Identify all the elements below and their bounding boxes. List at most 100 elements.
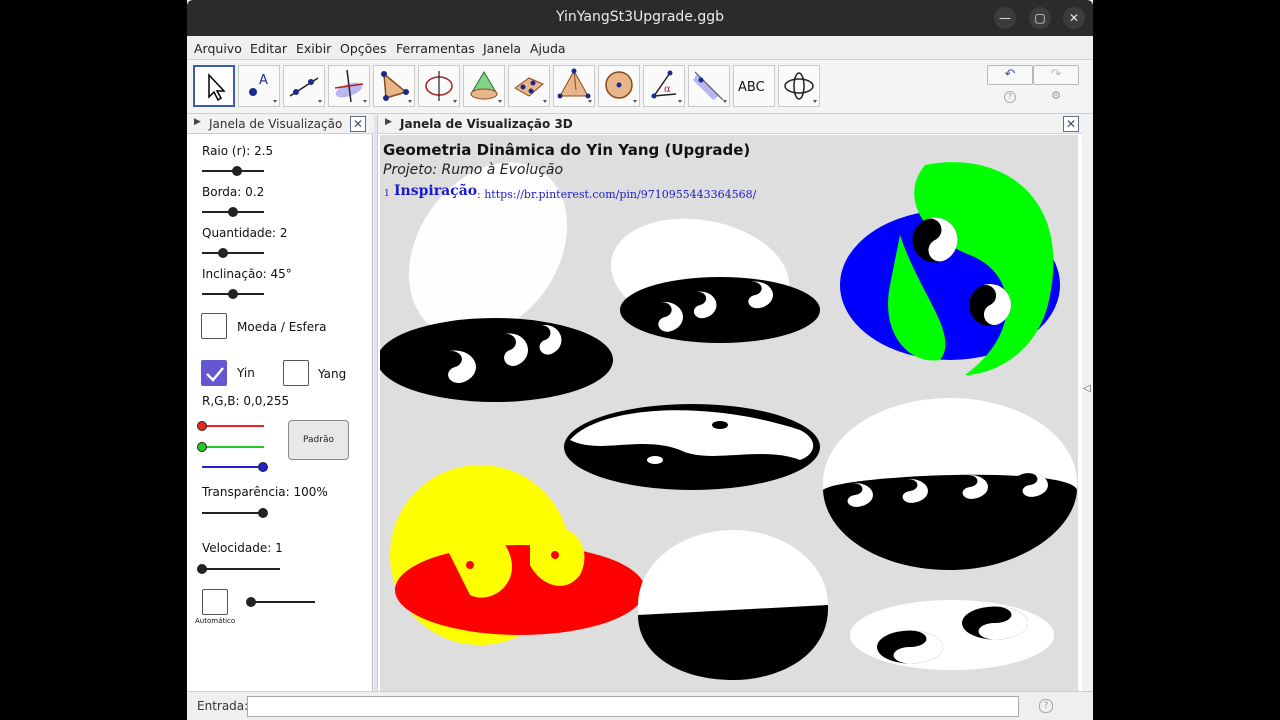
blue-slider[interactable]: [202, 466, 264, 468]
green-slider-handle[interactable]: [197, 442, 207, 452]
moeda-label: Moeda / Esfera: [237, 320, 327, 334]
velocidade-slider[interactable]: [202, 568, 280, 570]
automatico-slider-handle[interactable]: [246, 597, 256, 607]
entrada-input[interactable]: [247, 696, 1019, 717]
raio-label: Raio (r): 2.5: [202, 144, 274, 158]
close-left-panel-icon[interactable]: ✕: [350, 116, 366, 132]
yang-label: Yang: [318, 367, 347, 381]
window-title: YinYangSt3Upgrade.ggb: [555, 9, 725, 25]
transparencia-slider[interactable]: [202, 512, 264, 514]
menu-ferramentas[interactable]: Ferramentas: [396, 41, 475, 56]
svg-text:ABC: ABC: [738, 80, 765, 95]
title-bar: YinYangSt3Upgrade.ggb — ▢ ✕: [187, 0, 1093, 36]
transparencia-slider-handle[interactable]: [258, 508, 268, 518]
pyramid-tool-button[interactable]: [463, 65, 505, 107]
left-panel-header: ▶ Janela de Visualização ✕: [187, 115, 373, 134]
velocidade-label: Velocidade: 1: [202, 541, 283, 555]
yin-checkbox[interactable]: [201, 360, 227, 386]
tetrahedron-tool-button[interactable]: [553, 65, 595, 107]
input-help-icon[interactable]: ?: [1039, 699, 1053, 713]
yinyang-object-8: [850, 600, 1054, 670]
yinyang-object-4: [564, 404, 820, 490]
red-slider-handle[interactable]: [197, 421, 207, 431]
red-slider[interactable]: [202, 425, 264, 427]
menu-arquivo[interactable]: Arquivo: [194, 41, 242, 56]
velocidade-slider-handle[interactable]: [197, 564, 207, 574]
line-tool-button[interactable]: [283, 65, 325, 107]
text-icon: ABC: [738, 80, 765, 95]
padrao-button[interactable]: Padrão: [288, 420, 349, 460]
inclinacao-slider-handle[interactable]: [228, 289, 238, 299]
input-bar: Entrada: ?: [187, 691, 1093, 720]
3d-canvas[interactable]: Geometria Dinâmica do Yin Yang (Upgrade)…: [380, 135, 1078, 691]
quantidade-slider-handle[interactable]: [218, 248, 228, 258]
expand-3d-triangle-icon[interactable]: ▶: [385, 117, 392, 127]
undo-button[interactable]: ↶: [987, 65, 1033, 85]
yin-label: Yin: [237, 366, 255, 380]
text-tool-button[interactable]: ABC: [733, 65, 775, 107]
menu-janela[interactable]: Janela: [483, 41, 521, 56]
green-slider[interactable]: [202, 446, 264, 448]
line-icon: [289, 77, 322, 103]
angle-tool-button[interactable]: α: [643, 65, 685, 107]
borda-slider-handle[interactable]: [228, 207, 238, 217]
inspiracao-label: Inspiração: [394, 183, 478, 199]
left-view-panel: ▶ Janela de Visualização ✕ Raio (r): 2.5…: [187, 115, 373, 691]
scene-heading: Geometria Dinâmica do Yin Yang (Upgrade): [383, 141, 751, 159]
perpendicular-line-icon: [334, 69, 367, 103]
angle-icon: α: [651, 70, 682, 103]
view-3d-panel: ▶ Janela de Visualização 3D ✕ Geometria …: [378, 115, 1082, 691]
raio-slider-handle[interactable]: [232, 166, 242, 176]
polygon-tool-button[interactable]: [373, 65, 415, 107]
sphere-icon: [605, 71, 637, 103]
tetrahedron-icon: [557, 68, 592, 103]
menu-exibir[interactable]: Exibir: [296, 41, 331, 56]
move-tool-button[interactable]: [193, 65, 235, 107]
svg-text:A: A: [259, 73, 268, 88]
close-3d-panel-icon[interactable]: ✕: [1063, 116, 1079, 132]
inspiracao-number: 1: [384, 189, 390, 199]
left-panel-title: Janela de Visualização: [209, 117, 343, 131]
plane-tool-button[interactable]: [508, 65, 550, 107]
maximize-icon[interactable]: ▢: [1029, 7, 1051, 29]
menu-ajuda[interactable]: Ajuda: [530, 41, 566, 56]
minimize-icon[interactable]: —: [994, 7, 1016, 29]
geogebra-window: YinYangSt3Upgrade.ggb — ▢ ✕ Arquivo Edit…: [187, 0, 1093, 720]
yinyang-object-7: [638, 530, 829, 680]
point-tool-button[interactable]: A: [238, 65, 280, 107]
inspiracao-link[interactable]: : https://br.pinterest.com/pin/971095544…: [477, 188, 756, 201]
scene-subtitle: Projeto: Rumo à Evolução: [383, 162, 564, 178]
redo-button[interactable]: ↷: [1033, 65, 1079, 85]
quantidade-slider[interactable]: [202, 252, 264, 254]
circle-axis-tool-button[interactable]: [418, 65, 460, 107]
automatico-label: Automático: [195, 617, 236, 625]
yang-checkbox[interactable]: [283, 360, 309, 386]
view-3d-title: Janela de Visualização 3D: [400, 117, 573, 131]
yinyang-object-3: [840, 162, 1060, 375]
move-arrow-icon: [208, 73, 226, 102]
checkmark-icon: [206, 367, 224, 382]
moeda-checkbox[interactable]: [201, 313, 227, 339]
menu-editar[interactable]: Editar: [250, 41, 287, 56]
blue-slider-handle[interactable]: [258, 462, 268, 472]
borda-label: Borda: 0.2: [202, 185, 265, 199]
help-icon[interactable]: ?: [1004, 91, 1016, 103]
expand-triangle-icon[interactable]: ▶: [194, 117, 201, 127]
menu-bar: Arquivo Editar Exibir Opções Ferramentas…: [187, 36, 1093, 60]
automatico-slider[interactable]: [251, 601, 315, 603]
collapse-sidebar-icon[interactable]: ◁: [1083, 383, 1091, 394]
yinyang-object-5: [823, 398, 1077, 570]
right-gutter: ◁: [1082, 115, 1093, 691]
settings-gear-icon[interactable]: ⚙: [1050, 90, 1062, 103]
sphere-tool-button[interactable]: [598, 65, 640, 107]
reflect-tool-button[interactable]: [688, 65, 730, 107]
view-3d-header: ▶ Janela de Visualização 3D ✕: [378, 115, 1082, 134]
close-window-icon[interactable]: ✕: [1063, 7, 1085, 29]
perpendicular-tool-button[interactable]: [328, 65, 370, 107]
toolbar: A α ABC ↶ ↷ ? ⚙: [187, 60, 1093, 114]
automatico-checkbox[interactable]: [202, 589, 228, 615]
yinyang-object-6: [390, 465, 645, 645]
menu-opcoes[interactable]: Opções: [340, 41, 387, 56]
rotate-view-tool-button[interactable]: [778, 65, 820, 107]
rotate-view-icon: [784, 72, 817, 103]
